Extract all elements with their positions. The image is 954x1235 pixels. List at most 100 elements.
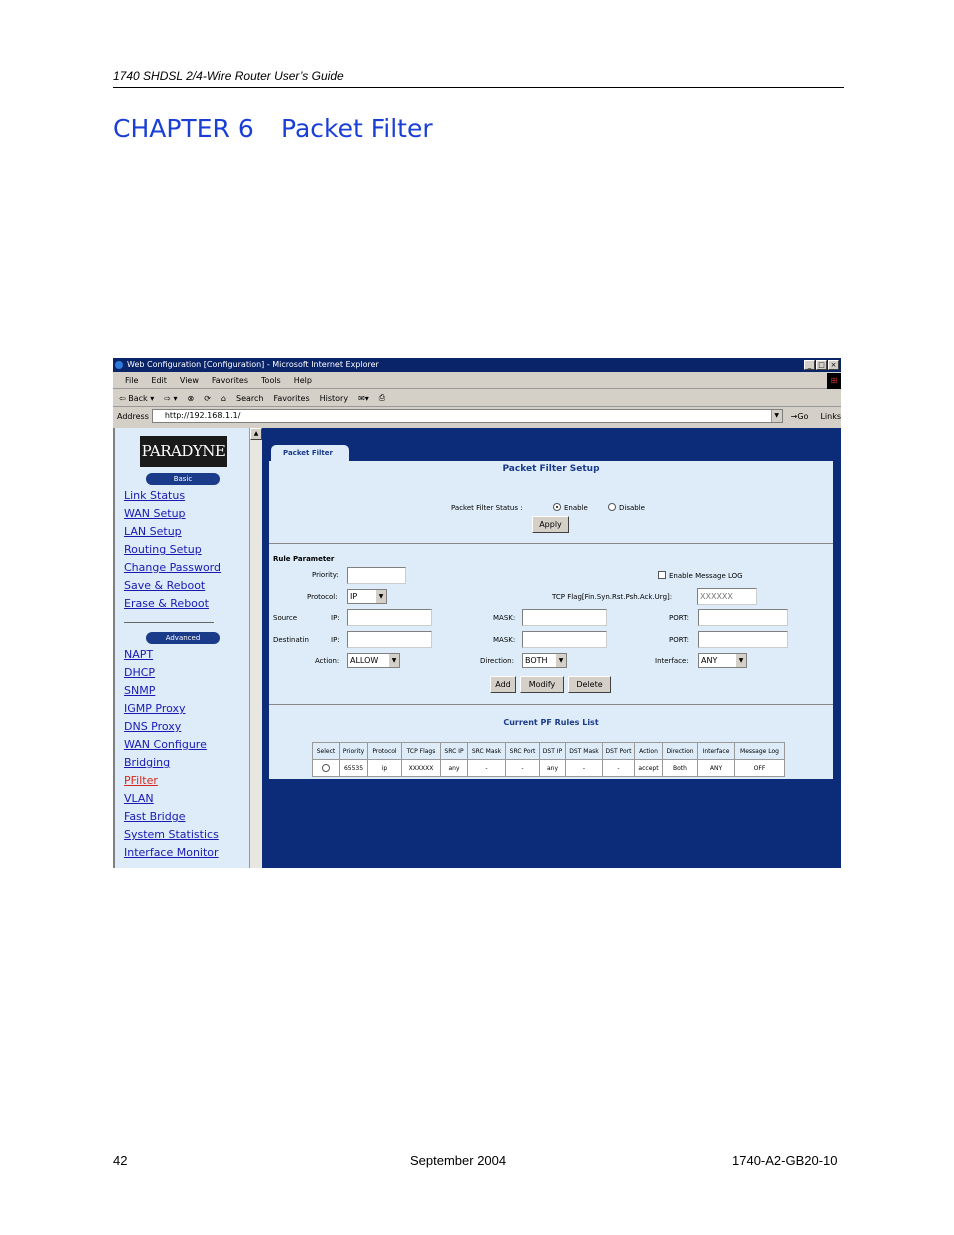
- window-title: Web Configuration [Configuration] - Micr…: [127, 360, 379, 369]
- tcp-flag-input[interactable]: XXXXXX: [697, 588, 757, 605]
- interface-select[interactable]: ANY: [698, 653, 747, 668]
- protocol-select[interactable]: IP: [347, 589, 387, 604]
- navigation-frame: PARADYNE Basic Link Status WAN Setup LAN…: [113, 428, 251, 868]
- minimize-button[interactable]: _: [804, 360, 815, 370]
- nav-erase-reboot[interactable]: Erase & Reboot: [124, 597, 209, 610]
- dst-mask-cell: -: [565, 759, 603, 777]
- packet-filter-panel: Packet Filter Setup Packet Filter Status…: [269, 461, 833, 779]
- nav-pfilter[interactable]: PFilter: [124, 774, 158, 787]
- protocol-cell: ip: [367, 759, 402, 777]
- nav-napt[interactable]: NAPT: [124, 648, 153, 661]
- nav-interface-monitor[interactable]: Interface Monitor: [124, 846, 219, 859]
- maximize-button[interactable]: □: [816, 360, 827, 370]
- paradyne-logo: PARADYNE: [140, 436, 227, 467]
- action-select[interactable]: ALLOW: [347, 653, 400, 668]
- priority-input[interactable]: [347, 567, 406, 584]
- nav-snmp[interactable]: SNMP: [124, 684, 155, 697]
- menu-file[interactable]: File: [125, 376, 138, 385]
- menu-tools[interactable]: Tools: [261, 376, 281, 385]
- col-dst-mask: DST Mask: [565, 742, 603, 760]
- destination-mask-label: MASK:: [493, 636, 516, 644]
- col-select: Select: [312, 742, 340, 760]
- stop-button[interactable]: ⊗: [188, 394, 195, 403]
- nav-vlan[interactable]: VLAN: [124, 792, 154, 805]
- enable-radio[interactable]: [553, 503, 561, 511]
- menu-edit[interactable]: Edit: [151, 376, 167, 385]
- address-input[interactable]: http://192.168.1.1/▼: [151, 409, 783, 423]
- advanced-section-badge: Advanced: [146, 632, 220, 644]
- history-button[interactable]: History: [320, 394, 348, 403]
- nav-routing-setup[interactable]: Routing Setup: [124, 543, 202, 556]
- address-dropdown-icon[interactable]: ▼: [770, 410, 782, 422]
- nav-wan-setup[interactable]: WAN Setup: [124, 507, 186, 520]
- search-button[interactable]: Search: [236, 394, 263, 403]
- scroll-up-icon[interactable]: ▲: [250, 428, 262, 440]
- menu-help[interactable]: Help: [294, 376, 312, 385]
- back-button[interactable]: ⇦ Back ▾: [119, 394, 154, 403]
- delete-button[interactable]: Delete: [568, 676, 611, 693]
- tcp-flag-label: TCP Flag[Fin.Syn.Rst.Psh.Ack.Urg]:: [552, 593, 673, 601]
- print-button[interactable]: ⎙: [379, 393, 385, 403]
- nav-save-reboot[interactable]: Save & Reboot: [124, 579, 205, 592]
- col-action: Action: [634, 742, 663, 760]
- source-mask-label: MASK:: [493, 614, 516, 622]
- source-port-input[interactable]: [698, 609, 788, 626]
- nav-system-statistics[interactable]: System Statistics: [124, 828, 219, 841]
- action-cell: accept: [634, 759, 663, 777]
- footer-date: September 2004: [410, 1153, 507, 1168]
- footer-document-id: 1740-A2-GB20-10: [732, 1153, 838, 1168]
- nav-bridging[interactable]: Bridging: [124, 756, 170, 769]
- message-log-checkbox[interactable]: [658, 571, 666, 579]
- nav-fast-bridge[interactable]: Fast Bridge: [124, 810, 185, 823]
- protocol-label: Protocol:: [307, 593, 338, 601]
- message-log-cell: OFF: [734, 759, 785, 777]
- mail-button[interactable]: ✉▾: [358, 394, 369, 403]
- favorites-button[interactable]: Favorites: [273, 394, 309, 403]
- source-ip-input[interactable]: [347, 609, 432, 626]
- chapter-number: CHAPTER 6: [113, 114, 254, 143]
- nav-change-password[interactable]: Change Password: [124, 561, 221, 574]
- window-titlebar: Web Configuration [Configuration] - Micr…: [113, 358, 841, 372]
- col-priority: Priority: [339, 742, 368, 760]
- source-ip-label: IP:: [331, 614, 340, 622]
- nav-scrollbar[interactable]: ▲: [249, 428, 262, 868]
- nav-dhcp[interactable]: DHCP: [124, 666, 155, 679]
- destination-mask-input[interactable]: [522, 631, 607, 648]
- links-button[interactable]: Links: [820, 412, 841, 421]
- menu-favorites[interactable]: Favorites: [212, 376, 248, 385]
- dst-port-cell: -: [602, 759, 635, 777]
- row-select-radio[interactable]: [322, 764, 330, 772]
- modify-button[interactable]: Modify: [520, 676, 564, 693]
- tcp-flags-cell: XXXXXX: [401, 759, 441, 777]
- nav-link-status[interactable]: Link Status: [124, 489, 185, 502]
- destination-ip-label: IP:: [331, 636, 340, 644]
- apply-button[interactable]: Apply: [532, 516, 569, 533]
- go-button[interactable]: →Go: [791, 412, 809, 421]
- nav-igmp-proxy[interactable]: IGMP Proxy: [124, 702, 186, 715]
- nav-divider: [124, 622, 214, 623]
- chapter-title: Packet Filter: [281, 114, 433, 143]
- nav-dns-proxy[interactable]: DNS Proxy: [124, 720, 181, 733]
- destination-port-label: PORT:: [669, 636, 689, 644]
- document-header: 1740 SHDSL 2/4-Wire Router User’s Guide: [113, 69, 844, 88]
- col-tcp-flags: TCP Flags: [401, 742, 441, 760]
- source-label: Source: [273, 614, 298, 622]
- section-divider: [269, 543, 833, 544]
- disable-radio[interactable]: [608, 503, 616, 511]
- destination-ip-input[interactable]: [347, 631, 432, 648]
- col-src-ip: SRC IP: [440, 742, 468, 760]
- tab-packet-filter[interactable]: Packet Filter: [271, 445, 349, 461]
- destination-port-input[interactable]: [698, 631, 788, 648]
- nav-lan-setup[interactable]: LAN Setup: [124, 525, 182, 538]
- ie-icon: [115, 361, 123, 369]
- close-button[interactable]: ×: [828, 360, 839, 370]
- forward-button[interactable]: ⇨ ▾: [164, 394, 177, 403]
- refresh-button[interactable]: ⟳: [204, 394, 211, 403]
- home-button[interactable]: ⌂: [221, 394, 226, 403]
- direction-select[interactable]: BOTH: [522, 653, 567, 668]
- table-row: 65535 ip XXXXXX any - - any - - accept B…: [312, 759, 785, 777]
- add-button[interactable]: Add: [490, 676, 516, 693]
- nav-wan-configure[interactable]: WAN Configure: [124, 738, 207, 751]
- menu-view[interactable]: View: [180, 376, 199, 385]
- source-mask-input[interactable]: [522, 609, 607, 626]
